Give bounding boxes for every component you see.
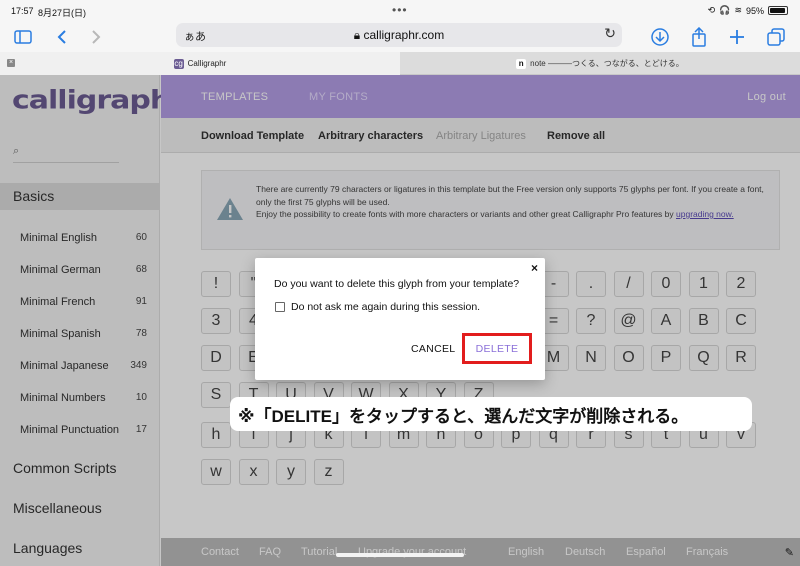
forward-icon[interactable] xyxy=(84,25,108,49)
tab-note[interactable]: n note ———つくる、つながる、とどける。 xyxy=(400,52,800,75)
tab-close-icon[interactable]: × xyxy=(7,59,15,67)
calligraphr-favicon: cg xyxy=(173,58,184,69)
status-right: ⟲ 🎧 ≋ 95% xyxy=(708,5,788,16)
orientation-lock-icon: ⟲ xyxy=(707,5,716,15)
tabs-overview-icon[interactable] xyxy=(764,25,788,49)
tab-title: note ———つくる、つながる、とどける。 xyxy=(530,59,684,68)
back-icon[interactable] xyxy=(50,25,74,49)
multitasking-dots-icon[interactable]: ••• xyxy=(392,3,408,17)
reload-icon[interactable]: ↻ xyxy=(604,25,616,42)
delete-glyph-dialog: × Do you want to delete this glyph from … xyxy=(255,258,545,380)
status-date: 8月27日(日) xyxy=(38,8,87,18)
cancel-button[interactable]: CANCEL xyxy=(411,343,455,355)
home-indicator[interactable] xyxy=(336,553,464,557)
share-icon[interactable] xyxy=(687,25,711,49)
dialog-close-icon[interactable]: × xyxy=(531,261,538,275)
tab-title: Calligraphr xyxy=(187,59,227,68)
dont-ask-again-label[interactable]: Do not ask me again during this session. xyxy=(291,301,480,313)
url-text: 🔒︎ calligraphr.com xyxy=(176,28,622,43)
dont-ask-again-checkbox[interactable] xyxy=(275,302,285,312)
status-bar: 17:57 8月27日(日) ••• ⟲ 🎧 ≋ 95% xyxy=(0,0,800,22)
url-label: calligraphr.com xyxy=(363,28,445,42)
lock-icon: 🔒︎ xyxy=(353,28,364,42)
download-icon[interactable] xyxy=(648,25,672,49)
battery-icon xyxy=(768,6,788,15)
note-favicon: n xyxy=(516,58,527,69)
tab-strip: × cg Calligraphr n note ———つくる、つながる、とどける… xyxy=(0,52,800,75)
status-time: 17:57 xyxy=(11,6,34,16)
pencil-corner-icon: ✎ xyxy=(784,547,794,559)
new-tab-plus-icon[interactable] xyxy=(725,25,749,49)
browser-toolbar: ぁあ 🔒︎ calligraphr.com ↻ xyxy=(0,22,800,52)
tab-calligraphr[interactable]: × cg Calligraphr xyxy=(0,52,400,75)
delete-button[interactable]: DELETE xyxy=(462,333,532,364)
headphones-icon: 🎧 xyxy=(719,5,731,15)
dialog-question: Do you want to delete this glyph from yo… xyxy=(274,278,520,290)
address-bar[interactable]: ぁあ 🔒︎ calligraphr.com ↻ xyxy=(176,23,622,47)
sidebar-toggle-icon[interactable] xyxy=(11,25,35,49)
battery-percent: 95% xyxy=(745,5,764,16)
wifi-icon: ≋ xyxy=(734,5,742,15)
instruction-caption: ※「DELITE」をタップすると、選んだ文字が削除される。 xyxy=(230,397,752,431)
